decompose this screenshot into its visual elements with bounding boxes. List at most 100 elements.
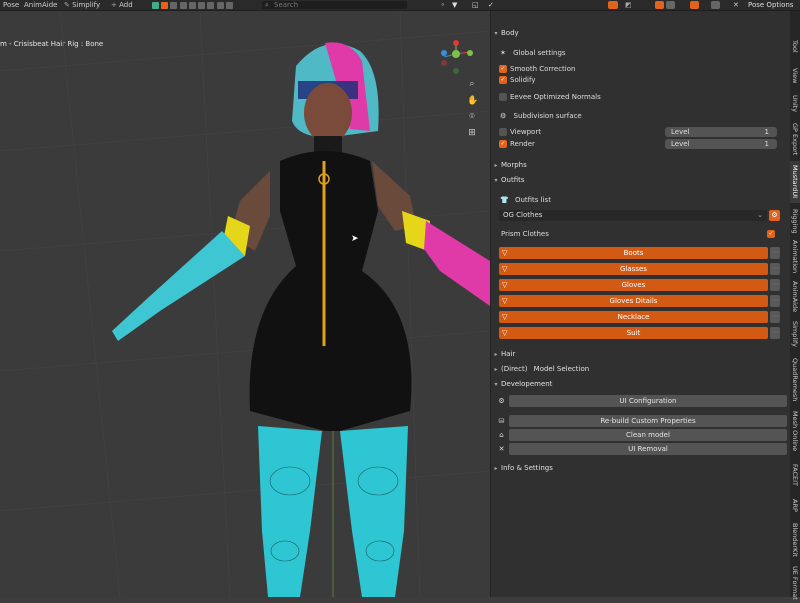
filter-icon[interactable]: ▼ xyxy=(452,0,457,11)
ui-removal-button[interactable]: UI Removal xyxy=(509,443,787,455)
shading-solid-icon[interactable] xyxy=(655,1,664,9)
model-selection-header[interactable]: ▸ (Direct) Model Selection xyxy=(491,362,791,376)
outfit-item-gloves[interactable]: ▽ Gloves xyxy=(499,279,768,291)
outfit-item-gloves-ditails[interactable]: ▽ Gloves Ditails xyxy=(499,295,768,307)
gizmo-x-icon[interactable] xyxy=(467,50,473,56)
outfit-item-label: Gloves xyxy=(621,281,646,289)
light-icon[interactable] xyxy=(198,1,206,9)
search-input[interactable]: ⌕ Search xyxy=(262,1,407,9)
tab-faceit[interactable]: FACEIT xyxy=(790,457,800,493)
gear-icon: ⚙ xyxy=(500,112,507,120)
outfit-item-suit[interactable]: ▽ Suit xyxy=(499,327,768,339)
shading-render-icon[interactable] xyxy=(711,1,720,9)
pose-mode-icon[interactable] xyxy=(608,1,618,9)
gizmo-z-icon[interactable] xyxy=(453,40,459,46)
check-icon[interactable]: ✓ xyxy=(499,76,507,84)
tab-rigging[interactable]: Rigging xyxy=(790,207,800,235)
camera-icon[interactable] xyxy=(188,1,196,9)
visibility-icon[interactable]: ◱ xyxy=(472,0,479,11)
close-icon[interactable]: ✕ xyxy=(733,0,739,11)
checkbox-empty-icon[interactable] xyxy=(499,93,507,101)
checkbox-empty-icon[interactable] xyxy=(499,128,507,136)
view-icon[interactable]: ◩ xyxy=(625,0,632,11)
outfit-item-label: Gloves Ditails xyxy=(609,297,658,305)
prism-clothes-row[interactable]: Prism Clothes ✓ xyxy=(491,227,791,241)
tab-ue-format[interactable]: UE Format xyxy=(790,563,800,603)
outfit-item-options-button[interactable]: ⋯ xyxy=(770,327,780,339)
outfit-item-options-button[interactable]: ⋯ xyxy=(770,295,780,307)
tab-gp-export[interactable]: GP Export xyxy=(790,119,800,159)
check-icon[interactable]: ✓ xyxy=(499,140,507,148)
pose-options-button[interactable]: Pose Options xyxy=(748,0,793,11)
outfit-item-options-button[interactable]: ⋯ xyxy=(770,247,780,259)
subdivision-render-row: ✓ Render Level 1 xyxy=(491,137,791,151)
outfit-settings-button[interactable]: ⚙ xyxy=(769,210,780,221)
outfit-select[interactable]: OG Clothes ⌄ xyxy=(499,210,767,221)
render-level-field[interactable]: Level 1 xyxy=(665,139,777,149)
object-icon[interactable] xyxy=(170,1,178,9)
tab-blenderkit[interactable]: BlenderKit xyxy=(790,519,800,561)
hair-label: Hair xyxy=(501,350,516,358)
3d-viewport[interactable]: m - Crisisbeat Hair Rig : Bone ⌕ ✋ ⌾ ⊞ ➤ xyxy=(0,11,490,597)
info-settings-label: Info & Settings xyxy=(501,464,553,472)
shading-wire-icon[interactable] xyxy=(666,1,675,9)
outfit-item-options-button[interactable]: ⋯ xyxy=(770,311,780,323)
outfit-item-boots[interactable]: ▽ Boots xyxy=(499,247,768,259)
model-selection-label: Model Selection xyxy=(533,365,590,373)
body-section-header[interactable]: ▾ Body xyxy=(491,26,791,40)
mesh-icon[interactable] xyxy=(179,1,187,9)
ui-configuration-button[interactable]: UI Configuration xyxy=(509,395,787,407)
menu-simplify[interactable]: ✎ Simplify xyxy=(64,0,100,11)
tab-view[interactable]: View xyxy=(790,63,800,89)
overlay-icon[interactable]: ⚬ xyxy=(440,0,446,11)
tab-mustardui[interactable]: MustardUI xyxy=(790,161,800,203)
empty-icon[interactable] xyxy=(225,1,233,9)
eevee-normals-toggle[interactable]: Eevee Optimized Normals xyxy=(491,90,791,104)
camera-view-icon[interactable]: ⌾ xyxy=(467,112,477,122)
armature-icon[interactable] xyxy=(207,1,215,9)
tab-simplify[interactable]: Simplify xyxy=(790,317,800,351)
menu-animaide[interactable]: AnimAide xyxy=(24,0,57,11)
select-box-icon[interactable] xyxy=(161,1,169,9)
zoom-icon[interactable]: ⌕ xyxy=(467,79,477,89)
rebuild-properties-button[interactable]: Re-build Custom Properties xyxy=(509,415,787,427)
check-icon[interactable]: ✓ xyxy=(499,65,507,73)
morphs-section-header[interactable]: ▸ Morphs xyxy=(491,158,791,172)
developement-label: Developement xyxy=(501,380,553,388)
tab-unity[interactable]: Unity xyxy=(790,91,800,117)
render-toggle-label: Render xyxy=(510,140,535,148)
grid-view-icon[interactable]: ⊞ xyxy=(467,128,477,138)
outfit-item-necklace[interactable]: ▽ Necklace xyxy=(499,311,768,323)
outfit-item-options-button[interactable]: ⋯ xyxy=(770,263,780,275)
hair-section-header[interactable]: ▸ Hair xyxy=(491,347,791,361)
gizmo-y-icon[interactable] xyxy=(441,50,447,56)
tab-mesh-online[interactable]: Mesh Online xyxy=(790,409,800,453)
gizmo-neg-z-icon[interactable] xyxy=(453,68,459,74)
outfits-section-header[interactable]: ▾ Outfits xyxy=(491,173,791,187)
hand-icon[interactable]: ✋ xyxy=(467,96,478,106)
menu-pose[interactable]: Pose xyxy=(3,0,19,11)
tab-animaide[interactable]: AnimAide xyxy=(790,279,800,315)
developement-section-header[interactable]: ▾ Developement xyxy=(491,377,791,391)
gizmo-neg-x-icon[interactable] xyxy=(441,60,447,66)
shading-material-icon[interactable] xyxy=(690,1,699,9)
tab-arp[interactable]: ARP xyxy=(790,495,800,515)
gizmo-center-icon[interactable] xyxy=(452,50,460,58)
color-wheel-icon[interactable] xyxy=(152,1,159,9)
mouse-cursor-icon: ➤ xyxy=(351,234,359,244)
outfit-item-glasses[interactable]: ▽ Glasses xyxy=(499,263,768,275)
check-icon[interactable]: ✓ xyxy=(488,0,494,11)
tab-animation[interactable]: Animation xyxy=(790,239,800,275)
clean-model-button[interactable]: Clean model xyxy=(509,429,787,441)
viewport-level-field[interactable]: Level 1 xyxy=(665,127,777,137)
menu-add[interactable]: + Add xyxy=(111,0,133,11)
check-icon[interactable]: ✓ xyxy=(767,230,775,238)
global-settings-label: Global settings xyxy=(513,49,566,57)
tab-tool[interactable]: Tool xyxy=(790,33,800,59)
tab-quadremesh[interactable]: QuadRemesh xyxy=(790,355,800,405)
curve-icon[interactable] xyxy=(216,1,224,9)
info-settings-section-header[interactable]: ▸ Info & Settings xyxy=(491,461,791,475)
outfit-item-options-button[interactable]: ⋯ xyxy=(770,279,780,291)
solidify-toggle[interactable]: ✓ Solidify xyxy=(491,73,791,87)
plus-icon: + xyxy=(111,1,120,9)
